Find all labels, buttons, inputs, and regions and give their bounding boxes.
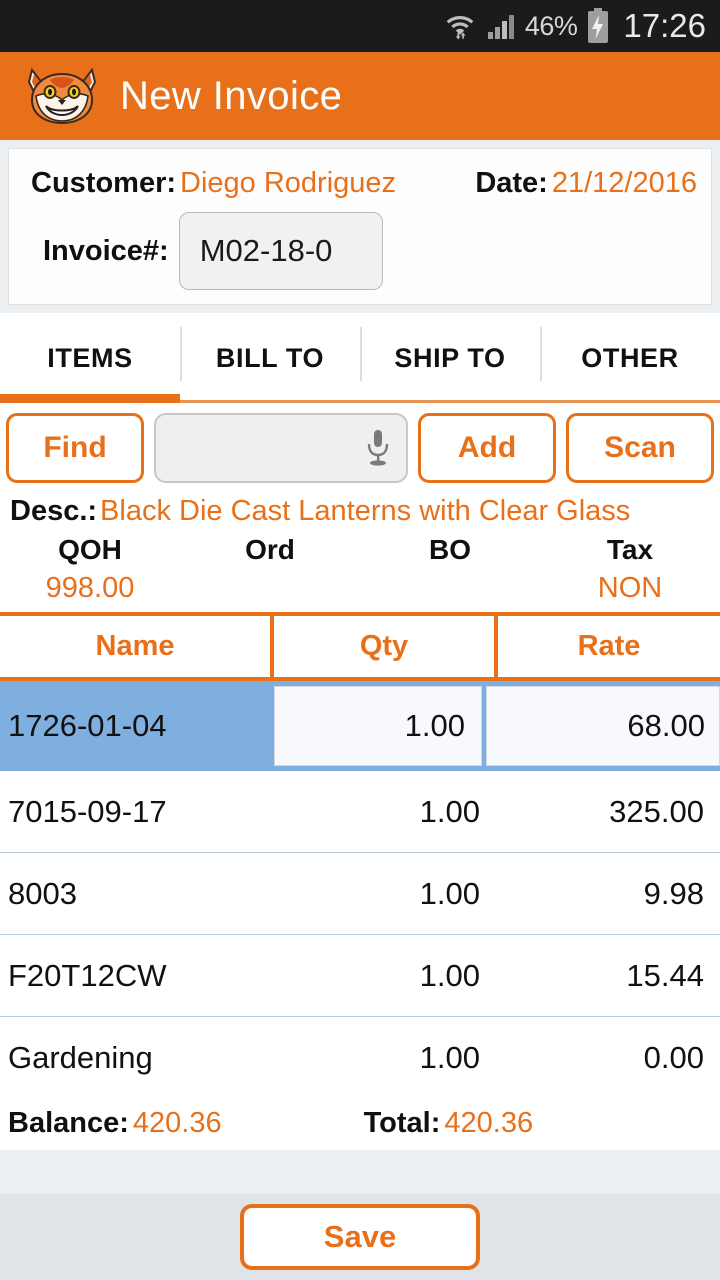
search-field-wrapper xyxy=(154,413,408,483)
cell-rate: 325.00 xyxy=(609,793,704,829)
table-row[interactable]: 7015-09-17 1.00 325.00 xyxy=(0,771,720,853)
customer-card-wrapper: Customer: Diego Rodriguez Date: 21/12/20… xyxy=(0,140,720,305)
totals-row: Balance: 420.36 Total: 420.36 xyxy=(0,1099,720,1150)
cell-name: 7015-09-17 xyxy=(8,793,167,829)
item-action-row: Find Add Scan xyxy=(0,403,720,491)
column-header-rate[interactable]: Rate xyxy=(498,616,720,677)
tab-other-label: OTHER xyxy=(581,342,679,373)
wifi-data-icon xyxy=(443,9,477,43)
stock-info-headers: QOH Ord BO Tax xyxy=(0,534,720,572)
stock-info-grid: QOH Ord BO Tax 998.00 NON xyxy=(0,530,720,612)
app-bar: New Invoice xyxy=(0,52,720,140)
bottom-bar: Save xyxy=(0,1194,720,1280)
page-title: New Invoice xyxy=(120,73,343,118)
balance-label: Balance: xyxy=(8,1107,129,1139)
balance-value: 420.36 xyxy=(132,1107,222,1139)
invoice-screen: 46% 17:26 New Invoice Customer: Diego Ro… xyxy=(0,0,720,1280)
date-field[interactable]: Date: 21/12/2016 xyxy=(475,167,701,200)
customer-value: Diego Rodriguez xyxy=(180,167,397,199)
cell-name: 1726-01-04 xyxy=(8,708,167,743)
column-header-qty[interactable]: Qty xyxy=(274,616,498,677)
date-value: 21/12/2016 xyxy=(551,167,697,199)
stock-info-values: 998.00 NON xyxy=(0,572,720,610)
stock-header-bo: BO xyxy=(429,534,471,565)
stock-value-bo xyxy=(360,572,540,610)
tab-ship-to-label: SHIP TO xyxy=(394,342,506,373)
cell-name: Gardening xyxy=(8,1040,153,1075)
date-label: Date: xyxy=(475,167,548,199)
clock-label: 17:26 xyxy=(623,7,706,44)
stock-header-qoh: QOH xyxy=(58,534,122,565)
cell-name: F20T12CW xyxy=(8,957,167,993)
cell-rate: 9.98 xyxy=(643,875,704,911)
battery-charging-icon xyxy=(586,8,610,44)
customer-card: Customer: Diego Rodriguez Date: 21/12/20… xyxy=(8,148,712,305)
battery-percent-label: 46% xyxy=(524,10,578,41)
qty-input[interactable] xyxy=(275,708,465,744)
customer-date-row: Customer: Diego Rodriguez Date: 21/12/20… xyxy=(19,163,701,200)
invoice-number-input[interactable] xyxy=(178,212,383,290)
tab-items-label: ITEMS xyxy=(47,342,133,373)
tab-ship-to[interactable]: SHIP TO xyxy=(360,313,540,403)
item-table-header: Name Qty Rate xyxy=(0,612,720,681)
customer-field[interactable]: Customer: Diego Rodriguez xyxy=(19,167,396,200)
total-group: Total: 420.36 xyxy=(364,1107,533,1140)
table-row[interactable]: Gardening 1.00 0.00 xyxy=(0,1017,720,1099)
invoice-number-row: Invoice#: xyxy=(19,212,701,290)
status-bar: 46% 17:26 xyxy=(0,0,720,52)
cell-name: 8003 xyxy=(8,875,77,911)
cell-rate: 0.00 xyxy=(643,1040,704,1075)
description-row: Desc.: Black Die Cast Lanterns with Clea… xyxy=(0,491,720,530)
total-label: Total: xyxy=(363,1107,441,1139)
description-value: Black Die Cast Lanterns with Clear Glass xyxy=(100,495,631,527)
rate-input[interactable] xyxy=(487,708,705,744)
cell-qty: 1.00 xyxy=(419,875,480,911)
stock-header-ord: Ord xyxy=(245,534,295,565)
cell-qty: 1.00 xyxy=(419,957,480,993)
balance-group: Balance: 420.36 xyxy=(8,1107,222,1140)
stock-value-qoh: 998.00 xyxy=(45,572,135,604)
invoice-number-label: Invoice#: xyxy=(43,234,169,267)
qty-input-cell[interactable] xyxy=(274,686,482,766)
tab-bar: ITEMS BILL TO SHIP TO OTHER xyxy=(0,313,720,403)
save-button[interactable]: Save xyxy=(240,1204,480,1270)
fox-logo-icon xyxy=(26,66,98,126)
table-row[interactable]: 1726-01-04 xyxy=(0,681,720,771)
description-label: Desc.: xyxy=(10,495,98,527)
stock-header-tax: Tax xyxy=(606,534,654,565)
tab-other[interactable]: OTHER xyxy=(540,313,720,403)
cellular-signal-icon xyxy=(486,11,516,41)
stock-value-tax: NON xyxy=(597,572,663,604)
cell-rate: 15.44 xyxy=(626,957,704,993)
tab-bill-to[interactable]: BILL TO xyxy=(180,313,360,403)
add-button[interactable]: Add xyxy=(418,413,556,483)
cell-qty: 1.00 xyxy=(419,1040,480,1075)
column-header-name[interactable]: Name xyxy=(0,616,274,677)
find-button[interactable]: Find xyxy=(6,413,144,483)
microphone-icon[interactable] xyxy=(364,428,392,468)
cell-qty: 1.00 xyxy=(419,793,480,829)
stock-value-ord xyxy=(180,572,360,610)
table-row[interactable]: 8003 1.00 9.98 xyxy=(0,853,720,935)
rate-input-cell[interactable] xyxy=(486,686,720,766)
customer-label: Customer: xyxy=(31,167,177,199)
tab-bill-to-label: BILL TO xyxy=(215,342,325,373)
tab-items[interactable]: ITEMS xyxy=(0,313,180,403)
scan-button[interactable]: Scan xyxy=(566,413,714,483)
total-value: 420.36 xyxy=(444,1107,534,1139)
table-row[interactable]: F20T12CW 1.00 15.44 xyxy=(0,935,720,1017)
item-table: Name Qty Rate 1726-01-04 7015-09-17 1.00… xyxy=(0,612,720,1099)
